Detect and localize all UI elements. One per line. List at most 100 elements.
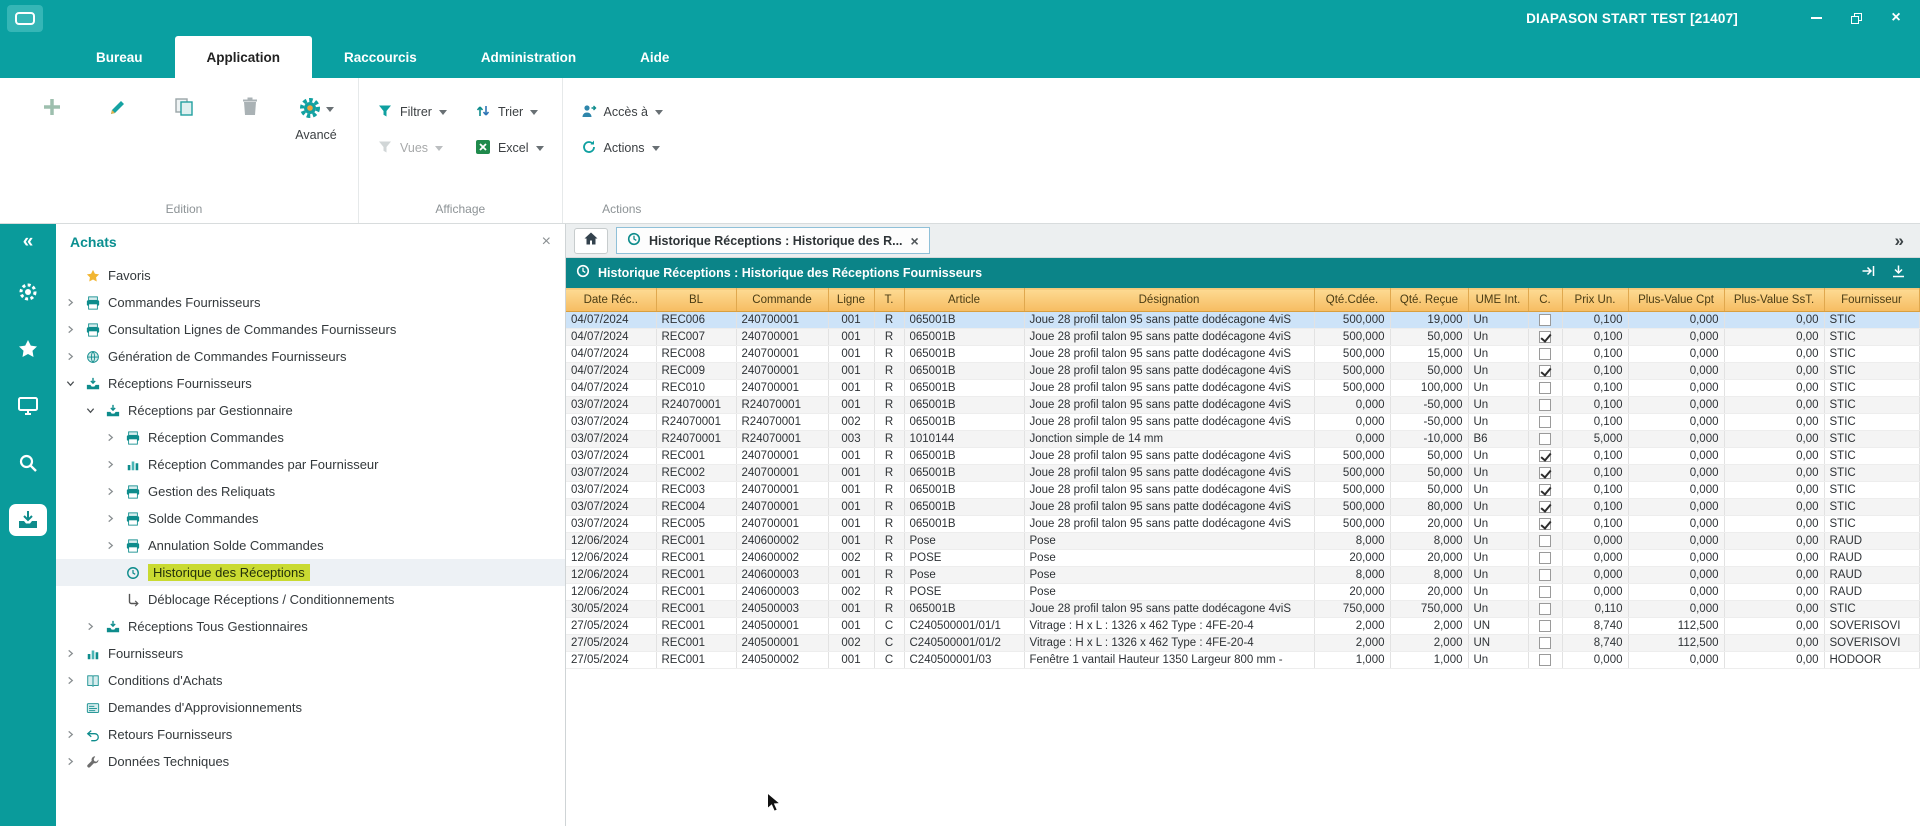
row-checkbox[interactable] — [1539, 620, 1551, 632]
row-checkbox[interactable] — [1539, 467, 1551, 479]
close-button[interactable]: × — [1888, 10, 1904, 26]
row-checkbox[interactable] — [1539, 382, 1551, 394]
desktop-icon[interactable] — [9, 390, 47, 422]
table-row[interactable]: 12/06/2024REC001240600002002RPOSEPose20,… — [566, 550, 1919, 567]
restore-button[interactable] — [1848, 10, 1864, 26]
home-tab-button[interactable] — [574, 228, 608, 254]
row-checkbox[interactable] — [1539, 569, 1551, 581]
row-checkbox[interactable] — [1539, 518, 1551, 530]
chevron-right-icon[interactable] — [104, 487, 117, 496]
chevron-right-icon[interactable] — [64, 649, 77, 658]
sidebar-item-reception-commandes-par-fournisseur[interactable]: Réception Commandes par Fournisseur — [56, 451, 565, 478]
chevron-right-icon[interactable] — [104, 514, 117, 523]
column-header-date-rec[interactable]: Date Réc.. — [566, 289, 656, 312]
menu-tab-bureau[interactable]: Bureau — [64, 36, 175, 78]
menu-tab-aide[interactable]: Aide — [608, 36, 701, 78]
sidebar-item-receptions-fournisseurs[interactable]: Réceptions Fournisseurs — [56, 370, 565, 397]
excel-button[interactable]: Excel — [471, 132, 548, 164]
row-checkbox[interactable] — [1539, 416, 1551, 428]
open-in-window-icon[interactable] — [1861, 264, 1876, 283]
table-row[interactable]: 03/07/2024R24070001R24070001002R065001BJ… — [566, 414, 1919, 431]
table-row[interactable]: 27/05/2024REC001240500001001CC240500001/… — [566, 618, 1919, 635]
modules-icon[interactable] — [9, 276, 47, 308]
sidebar-item-historique-des-receptions[interactable]: Historique des Réceptions — [56, 559, 565, 586]
column-header-prix-un[interactable]: Prix Un. — [1562, 289, 1628, 312]
delete-button[interactable] — [222, 82, 278, 123]
row-checkbox[interactable] — [1539, 433, 1551, 445]
table-row[interactable]: 04/07/2024REC008240700001001R065001BJoue… — [566, 346, 1919, 363]
column-header-plus-value-cpt[interactable]: Plus-Value Cpt — [1628, 289, 1724, 312]
chevron-right-icon[interactable] — [64, 730, 77, 739]
table-row[interactable]: 03/07/2024R24070001R24070001003R1010144J… — [566, 431, 1919, 448]
sidebar-item-commandes-fournisseurs[interactable]: Commandes Fournisseurs — [56, 289, 565, 316]
table-row[interactable]: 04/07/2024REC007240700001001R065001BJoue… — [566, 329, 1919, 346]
sidebar-item-fournisseurs[interactable]: Fournisseurs — [56, 640, 565, 667]
row-checkbox[interactable] — [1539, 552, 1551, 564]
row-checkbox[interactable] — [1539, 603, 1551, 615]
column-header-c[interactable]: C. — [1528, 289, 1562, 312]
sidebar-item-deblocage-receptions-conditionnements[interactable]: Déblocage Réceptions / Conditionnements — [56, 586, 565, 613]
chevron-right-icon[interactable] — [64, 757, 77, 766]
favorites-icon[interactable] — [9, 333, 47, 365]
menu-tab-application[interactable]: Application — [175, 36, 313, 78]
filter-button[interactable]: Filtrer — [373, 96, 451, 128]
sidebar-item-consultation-lignes-de-commandes-fournisseurs[interactable]: Consultation Lignes de Commandes Fournis… — [56, 316, 565, 343]
search-icon[interactable] — [9, 447, 47, 479]
column-header-qte-cdee[interactable]: Qté.Cdée. — [1314, 289, 1390, 312]
row-checkbox[interactable] — [1539, 365, 1551, 377]
minimize-button[interactable] — [1808, 10, 1824, 26]
chevron-down-icon[interactable] — [84, 406, 97, 415]
table-row[interactable]: 12/06/2024REC001240600003001RPosePose8,0… — [566, 567, 1919, 584]
sidebar-item-receptions-par-gestionnaire[interactable]: Réceptions par Gestionnaire — [56, 397, 565, 424]
sidebar-item-donnees-techniques[interactable]: Données Techniques — [56, 748, 565, 775]
row-checkbox[interactable] — [1539, 399, 1551, 411]
access-button[interactable]: Accès à — [577, 96, 667, 128]
sidebar-close-icon[interactable]: × — [542, 234, 551, 250]
sidebar-item-retours-fournisseurs[interactable]: Retours Fournisseurs — [56, 721, 565, 748]
chevron-right-icon[interactable] — [104, 460, 117, 469]
column-header-plus-value-sst[interactable]: Plus-Value SsT. — [1724, 289, 1824, 312]
row-checkbox[interactable] — [1539, 314, 1551, 326]
chevron-right-icon[interactable] — [64, 676, 77, 685]
sidebar-item-generation-de-commandes-fournisseurs[interactable]: Génération de Commandes Fournisseurs — [56, 343, 565, 370]
sidebar-item-favoris[interactable]: Favoris — [56, 262, 565, 289]
sidebar-item-conditions-d-achats[interactable]: Conditions d'Achats — [56, 667, 565, 694]
views-button[interactable]: Vues — [373, 132, 451, 164]
add-button[interactable] — [24, 82, 80, 123]
table-row[interactable]: 03/07/2024R24070001R24070001001R065001BJ… — [566, 397, 1919, 414]
column-header-commande[interactable]: Commande — [736, 289, 828, 312]
expand-panel-icon[interactable]: » — [1895, 231, 1912, 251]
chevron-right-icon[interactable] — [64, 352, 77, 361]
table-row[interactable]: 03/07/2024REC005240700001001R065001BJoue… — [566, 516, 1919, 533]
column-header-bl[interactable]: BL — [656, 289, 736, 312]
row-checkbox[interactable] — [1539, 535, 1551, 547]
sidebar-item-demandes-d-approvisionnements[interactable]: Demandes d'Approvisionnements — [56, 694, 565, 721]
sort-button[interactable]: Trier — [471, 96, 548, 128]
menu-tab-administration[interactable]: Administration — [449, 36, 608, 78]
chevron-right-icon[interactable] — [104, 433, 117, 442]
table-row[interactable]: 12/06/2024REC001240600003002RPOSEPose20,… — [566, 584, 1919, 601]
chevron-right-icon[interactable] — [64, 298, 77, 307]
chevron-right-icon[interactable] — [84, 622, 97, 631]
chevron-right-icon[interactable] — [104, 541, 117, 550]
tab-close-icon[interactable]: × — [911, 234, 919, 248]
tab-historique-receptions[interactable]: Historique Réceptions : Historique des R… — [616, 227, 930, 254]
column-header-designation[interactable]: Désignation — [1024, 289, 1314, 312]
table-row[interactable]: 03/07/2024REC001240700001001R065001BJoue… — [566, 448, 1919, 465]
advanced-button[interactable]: Avancé — [288, 82, 344, 144]
sidebar-item-solde-commandes[interactable]: Solde Commandes — [56, 505, 565, 532]
table-row[interactable]: 27/05/2024REC001240500002001CC240500001/… — [566, 652, 1919, 669]
receptions-icon[interactable] — [9, 504, 47, 536]
sidebar-item-receptions-tous-gestionnaires[interactable]: Réceptions Tous Gestionnaires — [56, 613, 565, 640]
copy-button[interactable] — [156, 82, 212, 123]
chevron-down-icon[interactable] — [64, 379, 77, 388]
row-checkbox[interactable] — [1539, 484, 1551, 496]
row-checkbox[interactable] — [1539, 450, 1551, 462]
collapse-sidebar-icon[interactable]: « — [23, 232, 34, 251]
table-row[interactable]: 12/06/2024REC001240600002001RPosePose8,0… — [566, 533, 1919, 550]
table-row[interactable]: 03/07/2024REC003240700001001R065001BJoue… — [566, 482, 1919, 499]
chevron-right-icon[interactable] — [64, 325, 77, 334]
download-icon[interactable] — [1891, 264, 1906, 283]
column-header-qte-recue[interactable]: Qté. Reçue — [1390, 289, 1468, 312]
sidebar-item-annulation-solde-commandes[interactable]: Annulation Solde Commandes — [56, 532, 565, 559]
